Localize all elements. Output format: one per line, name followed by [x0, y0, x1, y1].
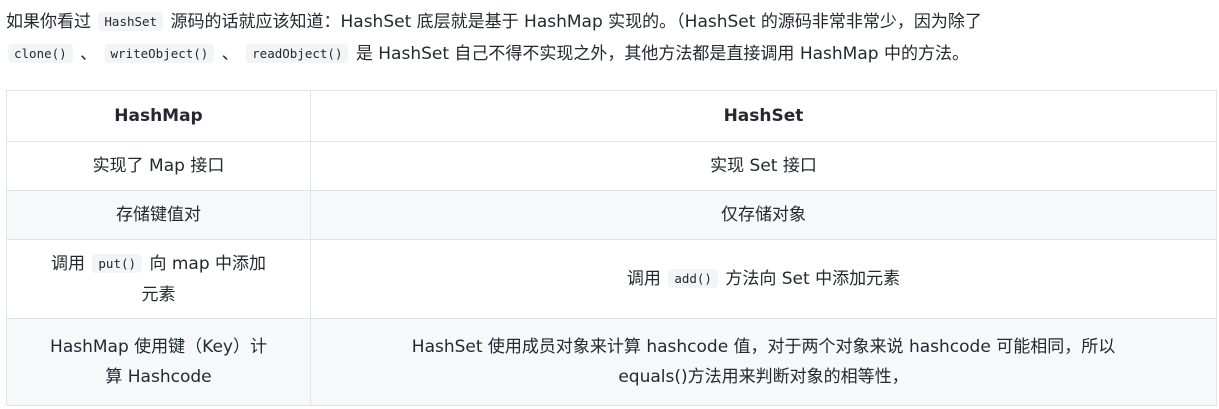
- table-cell: 实现 Set 接口: [310, 141, 1217, 191]
- table-header-row: HashMap HashSet: [6, 90, 1217, 142]
- table-cell: HashMap 使用键（Key）计 算 Hashcode: [6, 318, 311, 406]
- table-row: 存储键值对 仅存储对象: [6, 190, 1217, 240]
- cell-text: 算 Hashcode: [105, 367, 212, 387]
- cell-text: HashMap 使用键（Key）计: [50, 337, 267, 357]
- table-cell: 调用 put() 向 map 中添加 元素: [6, 239, 311, 319]
- table-cell: 存储键值对: [6, 190, 311, 240]
- separator: 、: [80, 44, 98, 64]
- table-cell: HashSet 使用成员对象来计算 hashcode 值，对于两个对象来说 ha…: [310, 318, 1217, 406]
- table-header-hashmap: HashMap: [6, 90, 311, 142]
- table-row: 实现了 Map 接口 实现 Set 接口: [6, 141, 1217, 191]
- cell-text: 向 map 中添加: [149, 253, 267, 274]
- intro-line-1: 如果你看过 HashSet 源码的话就应该知道：HashSet 底层就是基于 H…: [6, 6, 1216, 38]
- intro-text: 是 HashSet 自己不得不实现之外，其他方法都是直接调用 HashMap 中…: [355, 44, 969, 64]
- cell-text: 元素: [141, 284, 176, 305]
- inline-code-writeobject: writeObject(): [104, 44, 215, 63]
- table-cell: 调用 add() 方法向 Set 中添加元素: [310, 239, 1217, 319]
- cell-text: 调用: [626, 268, 661, 289]
- cell-text: equals()方法用来判断对象的相等性，: [618, 367, 909, 387]
- comparison-table: HashMap HashSet 实现了 Map 接口 实现 Set 接口 存储键…: [6, 90, 1217, 406]
- inline-code-hashset: HashSet: [98, 12, 164, 31]
- inline-code-add: add(): [668, 268, 718, 288]
- separator: 、: [221, 44, 239, 64]
- inline-code-readobject: readObject(): [246, 44, 349, 63]
- intro-line-2: clone() 、 writeObject() 、 readObject() 是…: [6, 38, 1216, 70]
- table-cell: 实现了 Map 接口: [6, 141, 311, 191]
- cell-text: HashSet 使用成员对象来计算 hashcode 值，对于两个对象来说 ha…: [411, 337, 1116, 357]
- cell-text: 调用: [50, 253, 85, 274]
- inline-code-put: put(): [92, 253, 143, 273]
- table-header-hashset: HashSet: [310, 90, 1217, 142]
- document-page: 如果你看过 HashSet 源码的话就应该知道：HashSet 底层就是基于 H…: [0, 0, 1219, 409]
- cell-text: 方法向 Set 中添加元素: [725, 268, 901, 289]
- table-row: 调用 put() 向 map 中添加 元素 调用 add() 方法向 Set 中…: [6, 239, 1217, 319]
- intro-paragraph: 如果你看过 HashSet 源码的话就应该知道：HashSet 底层就是基于 H…: [6, 6, 1216, 70]
- intro-text: 源码的话就应该知道：HashSet 底层就是基于 HashMap 实现的。（Ha…: [170, 12, 982, 32]
- table-row: HashMap 使用键（Key）计 算 Hashcode HashSet 使用成…: [6, 318, 1217, 406]
- intro-text: 如果你看过: [6, 12, 91, 32]
- inline-code-clone: clone(): [8, 44, 73, 63]
- table-cell: 仅存储对象: [310, 190, 1217, 240]
